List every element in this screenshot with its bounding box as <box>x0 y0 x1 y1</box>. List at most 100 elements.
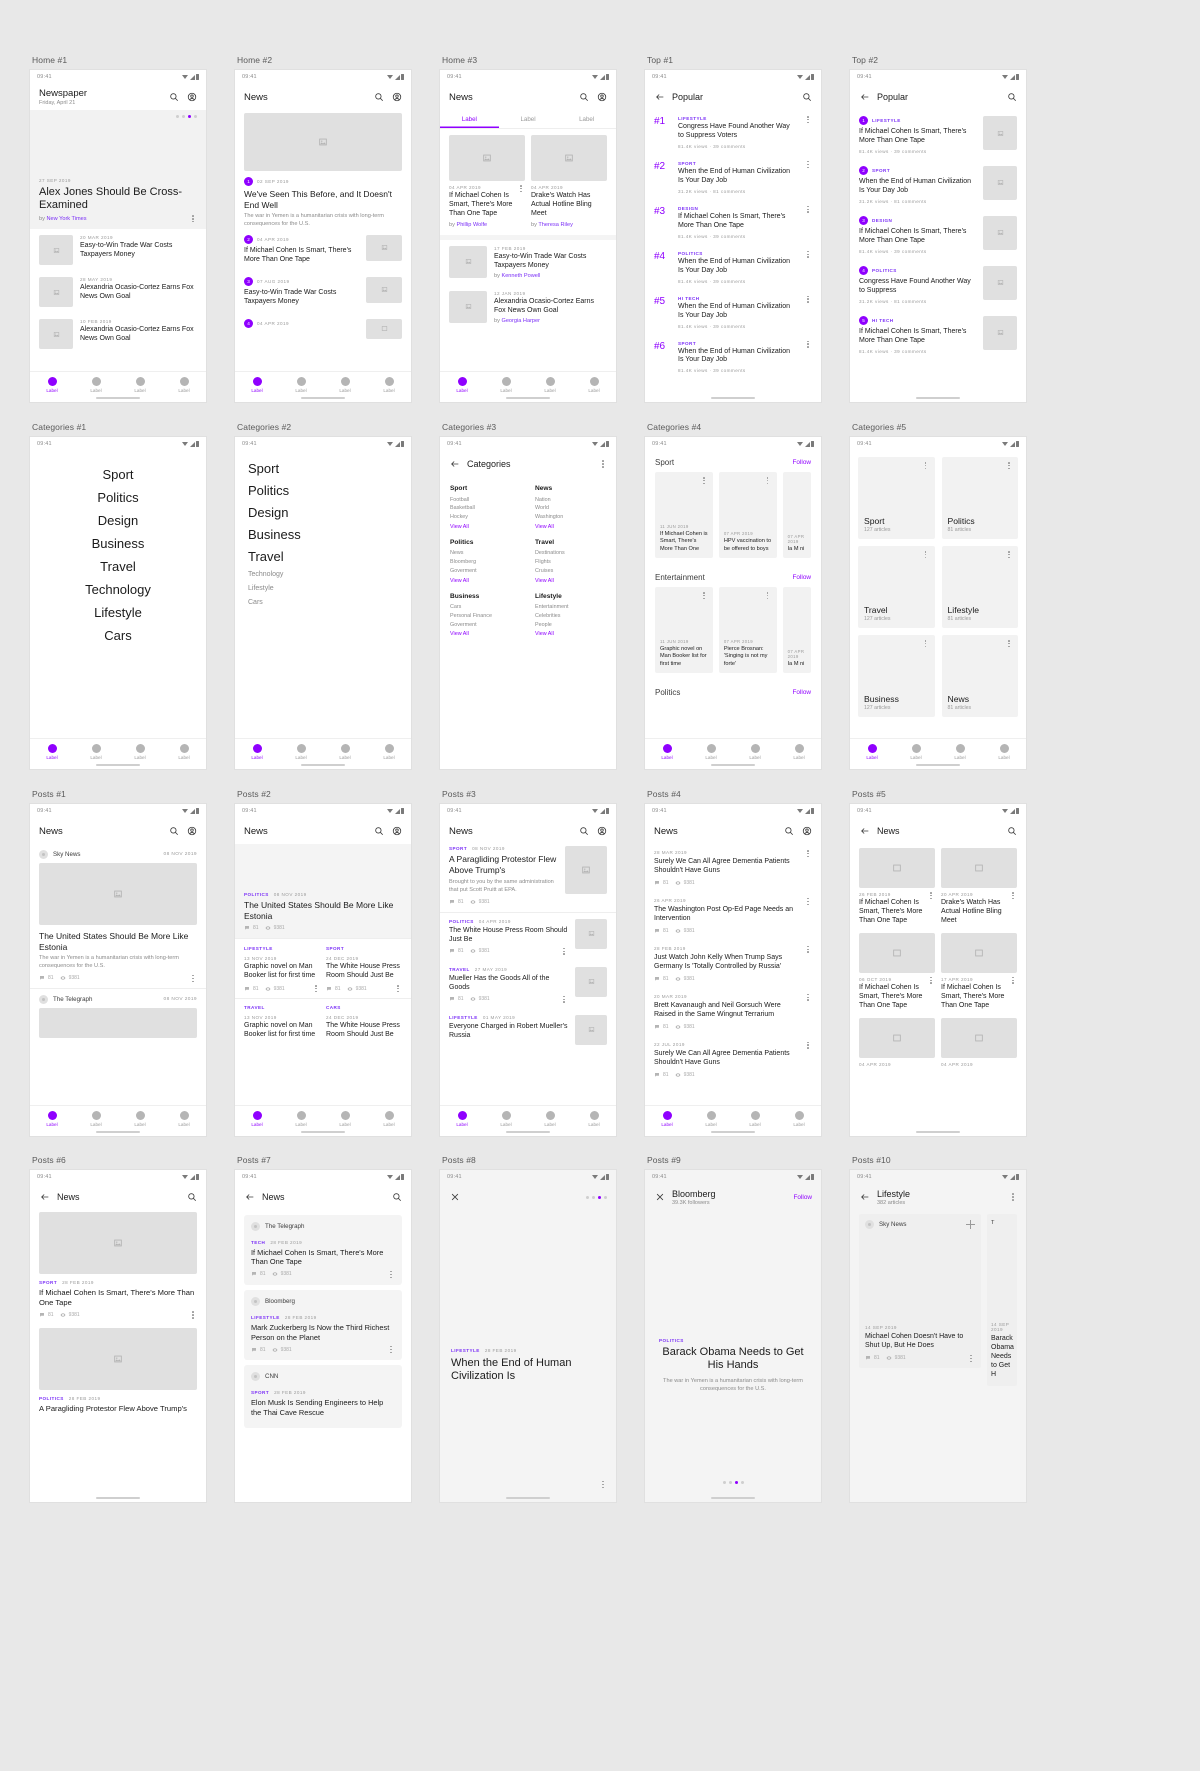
category-list[interactable]: Sport Politics Design Business Travel Te… <box>235 451 411 616</box>
post-title[interactable]: When the End of Human Civilization Is <box>451 1357 605 1383</box>
list-item[interactable]: 22 JUL 2019 Surely We Can All Agree Demen… <box>645 1036 821 1084</box>
tab-1[interactable]: Label <box>440 110 499 128</box>
post-card[interactable]: The Telegraph TECH 28 FEB 2019 If Michael… <box>244 1215 402 1286</box>
group-item[interactable]: Nation <box>535 496 606 505</box>
list-item[interactable]: 2 SPORT When the End of Human Civilization… <box>850 160 1026 210</box>
group-item[interactable]: Flights <box>535 558 606 567</box>
item-title[interactable]: Everyone Charged in Robert Mueller's Rus… <box>449 1023 568 1041</box>
grid-item[interactable]: CARS 24 DEC 2019 The White House Press R… <box>326 1005 402 1040</box>
item-title[interactable]: The White House Press Room Should Just B… <box>326 963 402 981</box>
account-icon[interactable] <box>186 92 197 103</box>
category-tile[interactable]: Sport 127 articles <box>858 457 935 539</box>
group-item[interactable]: Football <box>450 496 521 505</box>
category-item[interactable]: Design <box>248 505 288 520</box>
item-title[interactable]: If Michael Cohen Is Smart, There's More … <box>941 984 1009 1011</box>
nav-item-2[interactable]: Label <box>279 744 323 760</box>
nav-item-4[interactable]: Label <box>777 744 821 760</box>
item-title[interactable]: Brett Kavanaugh and Neil Gorsuch Were Ra… <box>654 1002 797 1020</box>
list-item[interactable]: POLITICS 04 APR 2019 The White House Pres… <box>440 913 616 961</box>
nav-item-2[interactable]: Label <box>74 377 118 393</box>
source-name[interactable]: CNN <box>265 1373 278 1380</box>
card-title[interactable]: If Michael Cohen is Smart, There's More … <box>660 531 708 553</box>
nav-item-3[interactable]: Label <box>528 377 572 393</box>
category-item[interactable]: Sport <box>248 461 279 476</box>
more-options-icon[interactable] <box>560 995 568 1003</box>
item-title[interactable]: If Michael Cohen Is Smart, There's More … <box>859 228 976 246</box>
item-title[interactable]: If Michael Cohen Is Smart, There's More … <box>678 213 797 231</box>
item-author[interactable]: Kenneth Powell <box>501 273 540 279</box>
category-item[interactable]: Travel <box>248 549 284 564</box>
more-options-icon[interactable] <box>804 897 812 905</box>
more-options-icon[interactable] <box>599 460 607 468</box>
item-title[interactable]: If Michael Cohen Is Smart, There's More … <box>859 899 927 926</box>
more-options-icon[interactable] <box>560 947 568 955</box>
add-icon[interactable] <box>966 1220 975 1229</box>
post-title[interactable]: A Paragliding Protestor Flew Above Trump… <box>39 1404 197 1414</box>
group-item[interactable]: Destinations <box>535 549 606 558</box>
post-source-row[interactable]: The Telegraph 08 NOV 2019 <box>30 989 206 1008</box>
item-title[interactable]: When the End of Human Civilization Is Yo… <box>678 168 797 186</box>
bottom-nav[interactable]: Label Label Label Label <box>30 738 206 769</box>
category-tile[interactable]: Business 127 articles <box>858 635 935 717</box>
group-item[interactable]: Personal Finance <box>450 612 521 621</box>
item-title[interactable]: When the End of Human Civilization Is Yo… <box>678 303 797 321</box>
more-options-icon[interactable] <box>804 1041 812 1049</box>
list-item[interactable]: 28 MAY 2019 Alexandria Ocasio-Cortez Ear… <box>30 271 206 313</box>
search-icon[interactable] <box>186 1192 197 1203</box>
more-options-icon[interactable] <box>764 477 772 485</box>
bottom-nav[interactable]: Label Label Label Label <box>235 738 411 769</box>
hero-title[interactable]: A Paragliding Protestor Flew Above Trump… <box>449 854 559 875</box>
post-title[interactable]: Barack Obama Needs to Get His Hands <box>659 1346 807 1372</box>
list-item[interactable]: #1 LIFESTYLE Congress Have Found Another W… <box>645 110 821 155</box>
hero-title[interactable]: We've Seen This Before, and It Doesn't E… <box>244 189 402 210</box>
list-item[interactable]: 4 04 APR 2019 <box>235 313 411 339</box>
nav-item-1[interactable]: Label <box>645 744 689 760</box>
view-all-link[interactable]: View All <box>535 578 606 584</box>
card-title[interactable]: Ia M ni <box>788 661 806 668</box>
nav-item-1[interactable]: Label <box>440 377 484 393</box>
item-title[interactable]: If Michael Cohen Is Smart, There's More … <box>244 247 359 265</box>
list-item[interactable]: #4 POLITICS When the End of Human Civiliza… <box>645 245 821 290</box>
category-item[interactable]: Sport <box>102 467 133 482</box>
nav-item-3[interactable]: Label <box>118 1111 162 1127</box>
item-title[interactable]: When the End of Human Civilization Is Yo… <box>678 258 797 276</box>
nav-item-4[interactable]: Label <box>162 377 206 393</box>
more-options-icon[interactable] <box>1005 462 1013 470</box>
post-title[interactable]: If Michael Cohen Is Smart, There's More … <box>39 1288 197 1307</box>
carousel-pager[interactable] <box>586 1195 607 1199</box>
item-title[interactable]: Alexandria Ocasio-Cortez Earns Fox News … <box>494 298 607 316</box>
card-title[interactable]: Graphic novel on Man Booker list for fir… <box>660 646 708 668</box>
nav-item-4[interactable]: Label <box>162 1111 206 1127</box>
hero-author[interactable]: New York Times <box>46 216 86 222</box>
more-options-icon[interactable] <box>189 1311 197 1319</box>
account-icon[interactable] <box>391 92 402 103</box>
source-name[interactable]: The Telegraph <box>265 1223 304 1230</box>
group-item[interactable]: Hockey <box>450 513 521 522</box>
list-item[interactable]: #6 SPORT When the End of Human Civilizatio… <box>645 335 821 380</box>
source-name[interactable]: Bloomberg <box>265 1298 295 1305</box>
list-item[interactable]: 20 MAR 2019 Brett Kavanaugh and Neil Gors… <box>645 988 821 1036</box>
list-item[interactable]: 5 HI TECH If Michael Cohen Is Smart, There… <box>850 310 1026 360</box>
search-icon[interactable] <box>1006 826 1017 837</box>
more-options-icon[interactable] <box>1005 551 1013 559</box>
tile-name[interactable]: Politics <box>948 516 1013 526</box>
group-item[interactable]: News <box>450 549 521 558</box>
list-item[interactable]: 28 FEB 2019 Just Watch John Kelly When Tr… <box>645 940 821 988</box>
nav-item-2[interactable]: Label <box>484 377 528 393</box>
carousel-pager[interactable] <box>645 1481 821 1484</box>
tile-name[interactable]: Business <box>864 694 929 704</box>
list-item[interactable]: 28 MAR 2019 Surely We Can All Agree Demen… <box>645 844 821 892</box>
nav-item-3[interactable]: Label <box>528 1111 572 1127</box>
group-title[interactable]: Travel <box>535 539 606 546</box>
tile-name[interactable]: Lifestyle <box>948 605 1013 615</box>
more-options-icon[interactable] <box>387 1270 395 1279</box>
nav-item-1[interactable]: Label <box>30 377 74 393</box>
item-title[interactable]: Barack Obama Needs to Get H <box>991 1335 1014 1380</box>
group-title[interactable]: Business <box>450 593 521 600</box>
view-all-link[interactable]: View All <box>450 524 521 530</box>
item-title[interactable]: Mueller Has the Goods All of the Goods <box>449 975 568 993</box>
article-card[interactable]: 07 APR 2019 HPV vaccination to be offered… <box>718 472 777 558</box>
account-icon[interactable] <box>596 92 607 103</box>
nav-item-1[interactable]: Label <box>850 744 894 760</box>
item-title[interactable]: Drake's Watch Has Actual Hotline Bling M… <box>941 899 1009 926</box>
